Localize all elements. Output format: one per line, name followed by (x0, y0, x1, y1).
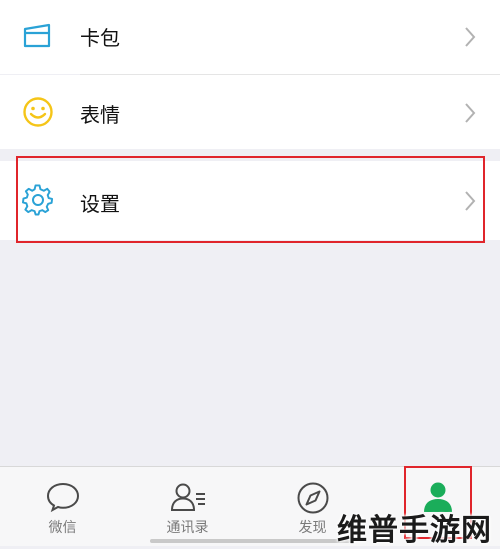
smiley-icon (22, 96, 54, 132)
chat-bubble-icon (45, 481, 81, 517)
tab-chats[interactable]: 微信 (0, 467, 125, 546)
contacts-icon (169, 481, 207, 517)
menu-item-stickers[interactable]: 表情 (0, 75, 500, 149)
card-wallet-icon (22, 22, 54, 54)
menu-item-label: 卡包 (80, 26, 120, 50)
tab-label: 通讯录 (166, 520, 209, 536)
compass-icon (296, 481, 330, 519)
chevron-right-icon (464, 102, 476, 128)
tab-contacts[interactable]: 通讯录 (125, 467, 250, 546)
menu-item-label: 表情 (80, 103, 120, 127)
chevron-right-icon (464, 26, 476, 52)
home-indicator (150, 539, 350, 543)
site-watermark: 维普手游网 (337, 513, 492, 548)
menu-item-card-wallet[interactable]: 卡包 (0, 0, 500, 74)
tab-label: 微信 (48, 520, 77, 536)
settings-highlight-box (16, 156, 485, 243)
